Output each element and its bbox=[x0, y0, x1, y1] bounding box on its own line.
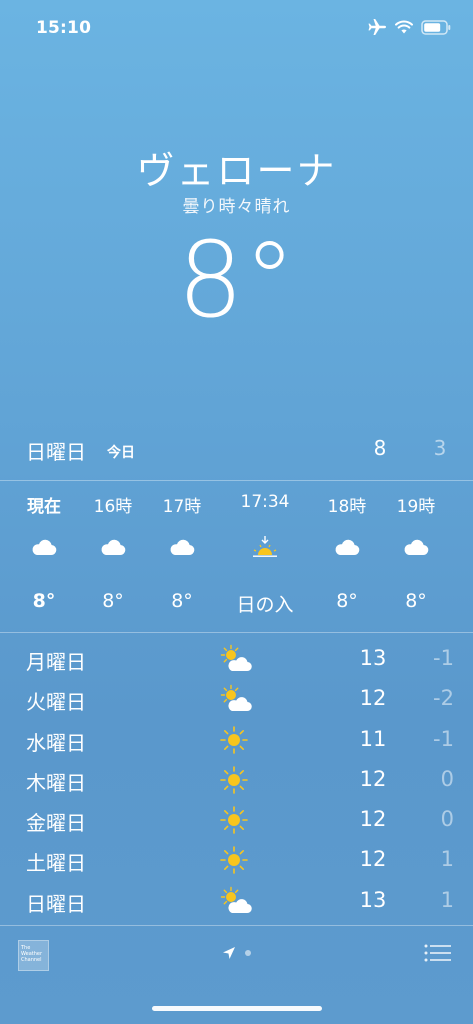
day-low: -1 bbox=[433, 726, 454, 751]
daily-row: 土曜日 12 1 bbox=[0, 839, 473, 879]
battery-icon bbox=[421, 19, 451, 35]
hourly-item: 16時 8° bbox=[73, 480, 153, 632]
cloud-icon bbox=[100, 538, 126, 560]
daily-row: 木曜日 12 0 bbox=[0, 759, 473, 799]
weather-channel-logo-text: The Weather Channel bbox=[21, 945, 43, 963]
hourly-temperature: 8° bbox=[336, 590, 358, 612]
day-name: 土曜日 bbox=[26, 851, 86, 876]
hourly-time: 2 bbox=[438, 492, 473, 512]
hourly-temperature: 8° bbox=[102, 590, 124, 612]
status-time: 15:10 bbox=[36, 18, 92, 38]
day-name: 火曜日 bbox=[26, 690, 86, 715]
day-low: 1 bbox=[440, 847, 454, 872]
day-low: -1 bbox=[433, 646, 454, 670]
day-high: 13 bbox=[359, 887, 387, 912]
today-summary: 日曜日 今日 8 3 bbox=[0, 432, 473, 468]
day-name: 月曜日 bbox=[26, 650, 86, 674]
today-low: 3 bbox=[433, 436, 447, 460]
hourly-temperature: 8° bbox=[32, 590, 56, 612]
sun-icon bbox=[219, 725, 253, 755]
weather-condition: 曇り時々晴れ bbox=[182, 197, 291, 217]
location-arrow-icon[interactable] bbox=[222, 945, 236, 964]
day-high: 12 bbox=[359, 847, 387, 872]
hourly-item: 17:34 日の入 bbox=[225, 480, 305, 632]
daily-row: 火曜日 12 -2 bbox=[0, 678, 473, 718]
hourly-item: 2 bbox=[438, 480, 473, 632]
day-low: 0 bbox=[440, 766, 454, 791]
hourly-time: 17時 bbox=[162, 497, 202, 517]
hourly-temperature: 8° bbox=[171, 590, 193, 612]
day-low: 1 bbox=[440, 887, 454, 912]
wifi-icon bbox=[395, 20, 413, 34]
hourly-temperature: 日の入 bbox=[236, 594, 294, 616]
page-indicator-dot[interactable] bbox=[245, 950, 251, 956]
partly-cloudy-icon bbox=[219, 684, 253, 714]
sunset-icon bbox=[250, 535, 277, 557]
day-high: 13 bbox=[359, 646, 387, 670]
partly-cloudy-icon bbox=[219, 886, 253, 916]
sun-icon bbox=[219, 805, 253, 835]
weather-channel-logo[interactable]: The Weather Channel bbox=[18, 940, 49, 971]
day-name: 金曜日 bbox=[26, 811, 86, 836]
daily-row: 金曜日 12 0 bbox=[0, 799, 473, 839]
status-icons bbox=[367, 18, 451, 36]
airplane-icon bbox=[367, 18, 387, 36]
hourly-time: 18時 bbox=[327, 497, 367, 517]
day-name: 日曜日 bbox=[26, 891, 86, 916]
cloud-icon bbox=[31, 538, 57, 560]
day-high: 11 bbox=[359, 726, 387, 751]
hourly-item: 18時 8° bbox=[307, 480, 387, 632]
today-high: 8 bbox=[373, 436, 387, 460]
hourly-time: 現在 bbox=[27, 497, 61, 517]
today-day: 日曜日 bbox=[26, 440, 86, 464]
cloud-icon bbox=[403, 538, 429, 560]
location-name: ヴェローナ bbox=[136, 149, 337, 193]
day-low: 0 bbox=[440, 807, 454, 832]
status-bar: 15:10 bbox=[0, 0, 473, 58]
daily-row: 月曜日 13 -1 bbox=[0, 638, 473, 678]
day-low: -2 bbox=[433, 686, 454, 711]
current-temperature: 8° bbox=[177, 219, 296, 341]
sun-icon bbox=[219, 765, 253, 795]
bottom-toolbar: The Weather Channel bbox=[0, 926, 473, 986]
daily-row: 日曜日 13 1 bbox=[0, 880, 473, 920]
day-high: 12 bbox=[359, 807, 387, 832]
day-name: 木曜日 bbox=[26, 770, 86, 795]
hourly-forecast[interactable]: 現在8°16時8°17時8°17:34日の入18時8°19時8°2 bbox=[0, 480, 473, 632]
sun-icon bbox=[219, 845, 253, 875]
hourly-item: 17時 8° bbox=[142, 480, 222, 632]
day-name: 水曜日 bbox=[26, 730, 86, 755]
hourly-time: 16時 bbox=[93, 497, 133, 517]
cloud-icon bbox=[334, 538, 360, 560]
hourly-time: 17:34 bbox=[240, 492, 290, 512]
list-icon[interactable] bbox=[424, 943, 452, 967]
hourly-divider-bottom bbox=[0, 632, 473, 633]
home-indicator[interactable] bbox=[152, 1006, 322, 1011]
partly-cloudy-icon bbox=[219, 644, 253, 674]
day-high: 12 bbox=[359, 766, 387, 791]
cloud-icon bbox=[169, 538, 195, 560]
daily-row: 水曜日 11 -1 bbox=[0, 719, 473, 759]
daily-forecast[interactable]: 月曜日 13 -1 火曜日 12 -2 水曜日 11 -1 木曜日 12 0 金曜日 12 0 土曜日 12 1 日… bbox=[0, 638, 473, 920]
today-tag: 今日 bbox=[107, 445, 135, 461]
day-high: 12 bbox=[359, 686, 387, 711]
hourly-item: 現在 8° bbox=[4, 480, 84, 632]
